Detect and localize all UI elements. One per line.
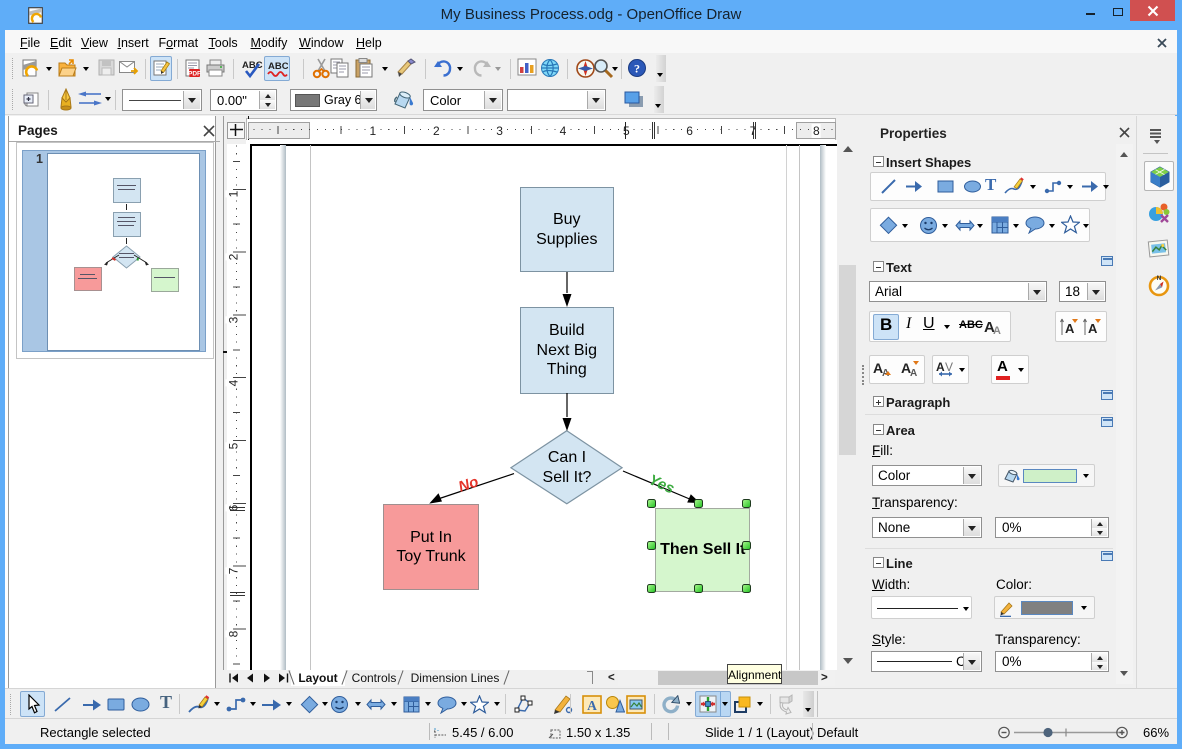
svg-text:N: N [1157, 275, 1162, 282]
svg-text:ABC: ABC [268, 61, 288, 72]
svg-text:A: A [1065, 321, 1075, 336]
svg-text:?: ? [634, 62, 640, 76]
svg-text:PDF: PDF [188, 71, 201, 78]
svg-text:A: A [1088, 321, 1098, 336]
svg-text:ABC: ABC [242, 60, 263, 71]
svg-text:A: A [936, 360, 945, 374]
svg-text:A: A [910, 368, 917, 379]
svg-text:A: A [993, 325, 1001, 335]
svg-text:A: A [587, 698, 597, 713]
